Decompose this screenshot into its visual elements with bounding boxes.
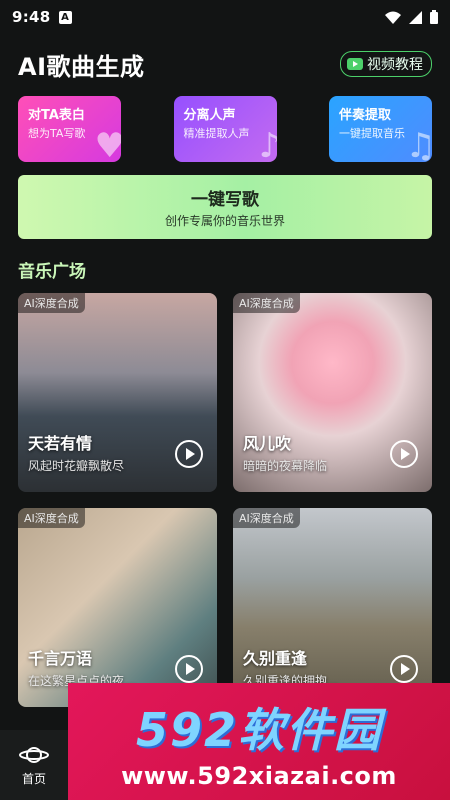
play-icon[interactable] bbox=[175, 440, 203, 468]
song-title: 久别重逢 bbox=[243, 649, 308, 668]
play-icon[interactable] bbox=[390, 655, 418, 683]
song-subtitle: 风起时花瓣飘散尽 bbox=[28, 459, 125, 473]
song-title: 千言万语 bbox=[28, 649, 93, 668]
header: AI歌曲生成 视频教程 bbox=[18, 46, 432, 82]
microphone-icon: ♪ bbox=[258, 126, 277, 162]
song-title: 天若有情 bbox=[28, 434, 93, 453]
play-icon[interactable] bbox=[390, 440, 418, 468]
song-card[interactable]: AI深度合成 久别重逢 久别重逢的拥抱... bbox=[233, 508, 432, 707]
status-time: 9:48 bbox=[12, 8, 51, 26]
compose-sub: 创作专属你的音乐世界 bbox=[164, 214, 285, 228]
video-tutorial-label: 视频教程 bbox=[367, 57, 423, 73]
confess-title: 对TA表白 bbox=[28, 108, 85, 123]
ai-badge: AI深度合成 bbox=[233, 293, 300, 313]
watermark-overlay: 592软件园 www.592xiazai.com bbox=[68, 683, 450, 800]
accompaniment-card[interactable]: 伴奏提取 一键提取音乐 ♫ bbox=[329, 96, 432, 162]
heart-icon: ♥ bbox=[94, 126, 121, 162]
status-right bbox=[385, 10, 438, 24]
vocal-separate-sub: 精准提取人声 bbox=[183, 127, 250, 140]
watermark-logo: 592软件园 bbox=[135, 702, 383, 757]
signal-icon bbox=[409, 10, 422, 24]
status-bar: 9:48 A bbox=[0, 0, 450, 34]
vocal-separate-card[interactable]: 分离人声 精准提取人声 ♪ bbox=[173, 96, 277, 162]
one-click-compose-button[interactable]: 一键写歌 创作专属你的音乐世界 bbox=[18, 175, 432, 239]
ai-badge: AI深度合成 bbox=[18, 293, 85, 313]
battery-icon bbox=[430, 10, 438, 24]
ai-badge: AI深度合成 bbox=[233, 508, 300, 528]
music-note-icon: ♫ bbox=[405, 126, 432, 162]
nav-home-label: 首页 bbox=[21, 771, 46, 786]
wifi-icon bbox=[385, 11, 401, 24]
bottom-nav-home[interactable]: 首页 bbox=[0, 730, 68, 800]
watermark-url: www.592xiazai.com bbox=[121, 761, 397, 790]
accompaniment-title: 伴奏提取 bbox=[339, 108, 392, 123]
song-card[interactable]: AI深度合成 天若有情 风起时花瓣飘散尽 bbox=[18, 293, 217, 492]
page-title: AI歌曲生成 bbox=[18, 52, 145, 81]
confess-card[interactable]: 对TA表白 想为TA写歌 ♥ bbox=[18, 96, 121, 162]
song-card[interactable]: AI深度合成 风儿吹 暗暗的夜幕降临 bbox=[233, 293, 432, 492]
video-tutorial-button[interactable]: 视频教程 bbox=[340, 51, 432, 77]
planet-icon bbox=[19, 746, 49, 763]
section-title: 音乐广场 bbox=[18, 262, 86, 282]
song-subtitle: 暗暗的夜幕降临 bbox=[243, 459, 328, 473]
song-card[interactable]: AI深度合成 千言万语 在这繁星点点的夜... bbox=[18, 508, 217, 707]
play-icon[interactable] bbox=[175, 655, 203, 683]
feature-row: 对TA表白 想为TA写歌 ♥ 分离人声 精准提取人声 ♪ 伴奏提取 一键提取音乐… bbox=[18, 96, 432, 162]
compose-title: 一键写歌 bbox=[191, 190, 259, 210]
notification-a-icon: A bbox=[58, 10, 72, 24]
song-title: 风儿吹 bbox=[243, 434, 292, 453]
song-grid: AI深度合成 天若有情 风起时花瓣飘散尽 AI深度合成 风儿吹 暗暗的夜幕降临 … bbox=[18, 293, 432, 707]
vocal-separate-title: 分离人声 bbox=[183, 108, 236, 123]
video-icon bbox=[347, 58, 363, 70]
ai-badge: AI深度合成 bbox=[18, 508, 85, 528]
